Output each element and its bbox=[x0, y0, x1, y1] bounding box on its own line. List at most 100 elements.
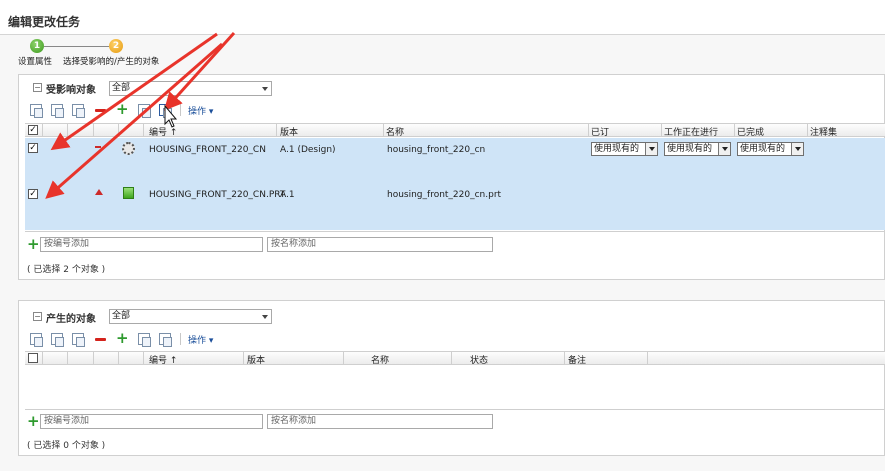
wip-disposition-value: 使用现有的 bbox=[667, 144, 713, 154]
column-divider bbox=[276, 123, 277, 136]
status-indicator-icon bbox=[95, 146, 101, 151]
chevron-down-icon bbox=[645, 143, 657, 155]
step-1-indicator[interactable]: 1 bbox=[30, 39, 44, 53]
step-2-indicator[interactable]: 2 bbox=[109, 39, 123, 53]
collect-icon[interactable] bbox=[138, 104, 151, 118]
column-divider bbox=[67, 351, 68, 364]
paste-special-icon[interactable] bbox=[72, 104, 85, 118]
add-icon[interactable]: + bbox=[27, 414, 40, 429]
column-divider bbox=[564, 351, 565, 364]
col-name-header[interactable]: 名称 bbox=[386, 125, 404, 138]
column-divider bbox=[734, 123, 735, 136]
remove-icon[interactable] bbox=[95, 109, 106, 112]
column-divider bbox=[451, 351, 452, 364]
ordered-disposition-value: 使用现有的 bbox=[594, 144, 640, 154]
column-divider bbox=[343, 351, 344, 364]
chevron-down-icon bbox=[262, 315, 268, 319]
row-checkbox[interactable]: ✓ bbox=[28, 189, 38, 199]
resulting-actions-menu[interactable]: 操作 ▾ bbox=[188, 333, 213, 346]
column-divider bbox=[93, 351, 94, 364]
paste-icon[interactable] bbox=[51, 104, 64, 118]
toolbar-separator bbox=[180, 104, 181, 116]
affected-filter-value: 全部 bbox=[112, 83, 131, 93]
col-number-label: 编号 bbox=[149, 128, 168, 138]
add-by-name-input[interactable]: 按名称添加 bbox=[267, 414, 493, 429]
collapse-resulting-toggle[interactable]: − bbox=[33, 312, 42, 321]
col-remark-header[interactable]: 备注 bbox=[568, 353, 586, 366]
col-ordered-header[interactable]: 已订 bbox=[591, 125, 609, 138]
collapse-affected-toggle[interactable]: − bbox=[33, 83, 42, 92]
column-divider bbox=[647, 351, 648, 364]
row-checkbox[interactable]: ✓ bbox=[28, 143, 38, 153]
column-divider bbox=[118, 123, 119, 136]
row-name: housing_front_220_cn.prt bbox=[387, 190, 502, 200]
chevron-down-icon bbox=[262, 87, 268, 91]
resulting-filter-value: 全部 bbox=[112, 311, 131, 321]
resulting-filter-select[interactable]: 全部 bbox=[109, 309, 272, 324]
done-disposition-select[interactable]: 使用现有的 bbox=[737, 142, 804, 156]
add-icon[interactable]: + bbox=[27, 237, 40, 252]
sort-ascending-icon: ↑ bbox=[169, 356, 178, 366]
related-objects-icon[interactable] bbox=[159, 333, 172, 347]
col-done-header[interactable]: 已完成 bbox=[737, 125, 764, 138]
step-1-label[interactable]: 设置属性 bbox=[18, 55, 52, 67]
col-number-label: 编号 bbox=[149, 356, 168, 366]
select-all-checkbox[interactable]: ✓ bbox=[28, 125, 38, 135]
wip-disposition-select[interactable]: 使用现有的 bbox=[664, 142, 731, 156]
ordered-disposition-select[interactable]: 使用现有的 bbox=[591, 142, 658, 156]
row-version: A.1 (Design) bbox=[280, 145, 336, 155]
toolbar-separator bbox=[180, 333, 181, 345]
col-number-header[interactable]: 编号 ↑ bbox=[149, 353, 177, 366]
column-divider bbox=[588, 123, 589, 136]
insert-new-icon[interactable] bbox=[138, 333, 151, 347]
resulting-objects-heading: 产生的对象 bbox=[46, 314, 96, 325]
table-footer-divider bbox=[25, 231, 885, 232]
warning-icon bbox=[95, 189, 103, 195]
step-connector bbox=[44, 46, 109, 47]
select-all-checkbox[interactable] bbox=[28, 353, 38, 363]
column-divider bbox=[93, 123, 94, 136]
col-name-header[interactable]: 名称 bbox=[371, 353, 389, 366]
done-disposition-value: 使用现有的 bbox=[740, 144, 786, 154]
table-footer-divider bbox=[25, 409, 885, 410]
part-icon bbox=[123, 187, 134, 199]
col-version-header[interactable]: 版本 bbox=[247, 353, 265, 366]
row-number-link[interactable]: HOUSING_FRONT_220_CN.PRT bbox=[149, 190, 285, 200]
affected-filter-select[interactable]: 全部 bbox=[109, 81, 272, 96]
col-number-header[interactable]: 编号 ↑ bbox=[149, 125, 177, 138]
col-annotation-header[interactable]: 注释集 bbox=[810, 125, 837, 138]
column-divider bbox=[143, 351, 144, 364]
remove-icon[interactable] bbox=[95, 338, 106, 341]
add-by-name-input[interactable]: 按名称添加 bbox=[267, 237, 493, 252]
col-wip-header[interactable]: 工作正在进行 bbox=[664, 125, 718, 138]
add-icon[interactable]: + bbox=[116, 331, 129, 346]
gear-icon bbox=[122, 142, 135, 155]
title-divider bbox=[0, 34, 885, 35]
column-divider bbox=[118, 351, 119, 364]
actions-menu-label: 操作 bbox=[188, 336, 207, 346]
row-number-link[interactable]: HOUSING_FRONT_220_CN bbox=[149, 145, 266, 155]
add-by-number-input[interactable]: 按编号添加 bbox=[40, 237, 263, 252]
affected-selected-count: ( 已选择 2 个对象 ) bbox=[27, 265, 106, 275]
column-divider bbox=[67, 123, 68, 136]
row-version: A.1 bbox=[280, 190, 295, 200]
affected-objects-heading: 受影响对象 bbox=[46, 85, 96, 96]
paste-special-icon[interactable] bbox=[72, 333, 85, 347]
col-status-header[interactable]: 状态 bbox=[470, 353, 488, 366]
affected-actions-menu[interactable]: 操作 ▾ bbox=[188, 104, 213, 117]
chevron-down-icon bbox=[718, 143, 730, 155]
column-divider bbox=[42, 351, 43, 364]
copy-icon[interactable] bbox=[30, 104, 43, 118]
add-icon[interactable]: + bbox=[116, 102, 129, 117]
column-divider bbox=[42, 123, 43, 136]
paste-icon[interactable] bbox=[51, 333, 64, 347]
col-version-header[interactable]: 版本 bbox=[280, 125, 298, 138]
related-objects-icon[interactable] bbox=[159, 104, 172, 118]
resulting-selected-count: ( 已选择 0 个对象 ) bbox=[27, 441, 106, 451]
window-title: 编辑更改任务 bbox=[8, 15, 81, 29]
add-by-number-input[interactable]: 按编号添加 bbox=[40, 414, 263, 429]
chevron-down-icon bbox=[791, 143, 803, 155]
copy-icon[interactable] bbox=[30, 333, 43, 347]
step-2-label[interactable]: 选择受影响的/产生的对象 bbox=[63, 55, 159, 67]
row-name: housing_front_220_cn bbox=[387, 145, 486, 155]
